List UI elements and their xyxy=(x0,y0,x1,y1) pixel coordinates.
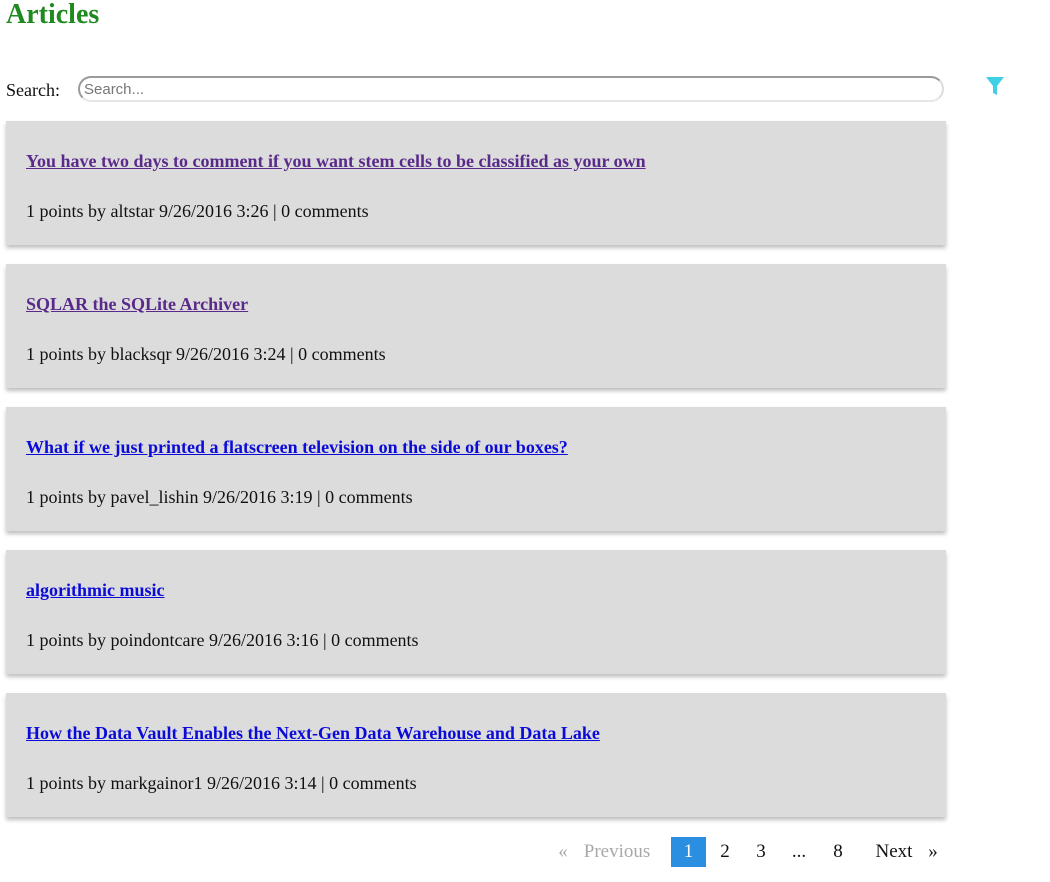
article-title-link[interactable]: algorithmic music xyxy=(26,580,164,601)
search-input[interactable] xyxy=(78,76,944,102)
search-bar: Search: xyxy=(6,76,948,106)
article-meta: 1 points by poindontcare 9/26/2016 3:16 … xyxy=(26,630,419,650)
page: Articles Search: You have two days to co… xyxy=(0,0,1050,882)
page-title: Articles xyxy=(6,0,100,30)
previous-arrow-icon: « xyxy=(558,841,568,862)
article-title-link[interactable]: What if we just printed a flatscreen tel… xyxy=(26,437,568,458)
pagination: « Previous 1 2 3 ... 8 Next » xyxy=(0,837,946,867)
page-button-8[interactable]: 8 xyxy=(821,837,855,867)
article-meta: 1 points by altstar 9/26/2016 3:26 | 0 c… xyxy=(26,201,369,221)
article-title-link[interactable]: SQLAR the SQLite Archiver xyxy=(26,294,248,315)
page-button-3[interactable]: 3 xyxy=(744,837,778,867)
filter-icon[interactable] xyxy=(984,74,1006,98)
article-card: algorithmic music 1 points by poindontca… xyxy=(6,550,946,674)
article-title-link[interactable]: How the Data Vault Enables the Next-Gen … xyxy=(26,723,600,744)
page-ellipsis: ... xyxy=(791,841,807,862)
article-meta: 1 points by pavel_lishin 9/26/2016 3:19 … xyxy=(26,487,413,507)
article-card: SQLAR the SQLite Archiver 1 points by bl… xyxy=(6,264,946,388)
article-title-link[interactable]: You have two days to comment if you want… xyxy=(26,151,646,172)
article-meta: 1 points by markgainor1 9/26/2016 3:14 |… xyxy=(26,773,417,793)
article-meta: 1 points by blacksqr 9/26/2016 3:24 | 0 … xyxy=(26,344,386,364)
search-label: Search: xyxy=(6,80,60,100)
next-button[interactable]: Next xyxy=(866,837,922,867)
article-list: You have two days to comment if you want… xyxy=(6,121,946,836)
next-arrow-icon[interactable]: » xyxy=(922,837,944,867)
article-card: You have two days to comment if you want… xyxy=(6,121,946,245)
article-card: How the Data Vault Enables the Next-Gen … xyxy=(6,693,946,817)
page-button-2[interactable]: 2 xyxy=(708,837,742,867)
previous-button: Previous xyxy=(583,841,651,862)
article-card: What if we just printed a flatscreen tel… xyxy=(6,407,946,531)
page-button-1[interactable]: 1 xyxy=(671,837,706,867)
